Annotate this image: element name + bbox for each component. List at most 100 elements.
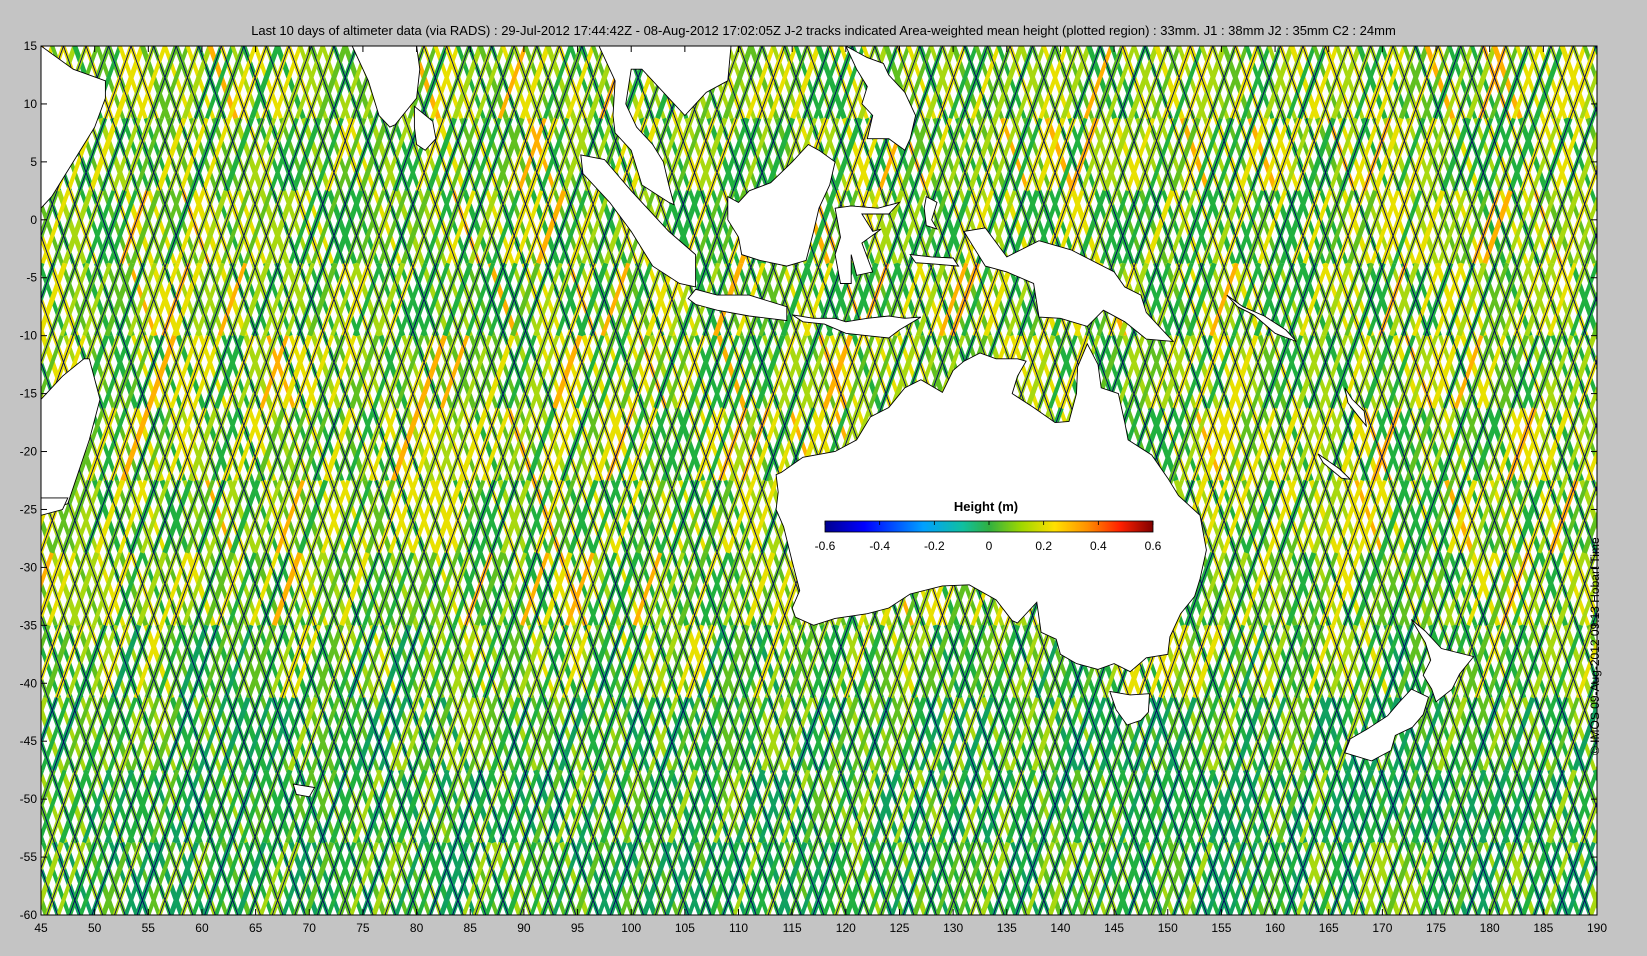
swath-segment bbox=[1611, 625, 1637, 698]
y-tick-label: -40 bbox=[20, 676, 38, 690]
swath-segment bbox=[1614, 698, 1640, 770]
colorbar-tick-label: -0.6 bbox=[815, 539, 836, 553]
swath-segment bbox=[1615, 46, 1641, 118]
swath-segment bbox=[1619, 46, 1645, 118]
x-tick-label: 110 bbox=[729, 921, 748, 935]
colorbar-tick-label: 0.4 bbox=[1090, 539, 1107, 553]
colorbar-tick-label: -0.2 bbox=[924, 539, 945, 553]
swath-segment bbox=[1592, 827, 1597, 844]
swath-segment bbox=[1599, 408, 1625, 480]
swath-segment bbox=[1604, 481, 1630, 553]
y-tick-label: -35 bbox=[20, 618, 38, 632]
j2-track bbox=[0, 46, 19, 915]
x-tick-label: 125 bbox=[889, 921, 909, 935]
swath-segment bbox=[1592, 769, 1597, 783]
swath-segment bbox=[0, 263, 20, 335]
x-tick-label: 190 bbox=[1587, 921, 1607, 935]
y-tick-label: -30 bbox=[20, 560, 38, 574]
swath-segment bbox=[41, 479, 46, 495]
j2-track bbox=[1624, 46, 1647, 915]
colorbar-tick-label: 0.6 bbox=[1145, 539, 1162, 553]
swath-segment bbox=[1612, 625, 1638, 698]
x-tick-label: 180 bbox=[1480, 921, 1500, 935]
swath-segment bbox=[5, 770, 31, 842]
swath-segment bbox=[1603, 698, 1629, 770]
x-tick-label: 65 bbox=[249, 921, 263, 935]
j2-track bbox=[1595, 46, 1597, 51]
y-tick-label: -25 bbox=[20, 502, 38, 516]
x-tick-label: 105 bbox=[675, 921, 695, 935]
swath-segment bbox=[1595, 258, 1597, 264]
swath-segment bbox=[1614, 191, 1640, 263]
swath-segment bbox=[0, 770, 20, 842]
swath-segment bbox=[1609, 843, 1635, 915]
y-tick-label: -15 bbox=[20, 387, 38, 401]
swath-segment bbox=[1600, 625, 1626, 698]
y-tick-label: -50 bbox=[20, 792, 38, 806]
x-tick-label: 135 bbox=[997, 921, 1017, 935]
x-tick-label: 115 bbox=[783, 921, 802, 935]
swath-segment bbox=[1604, 553, 1630, 625]
swath-segment bbox=[1606, 263, 1632, 335]
x-tick-label: 155 bbox=[1211, 921, 1231, 935]
swath-segment bbox=[1607, 46, 1633, 118]
x-tick-label: 120 bbox=[836, 921, 856, 935]
swath-segment bbox=[3, 191, 29, 263]
x-tick-label: 140 bbox=[1050, 921, 1070, 935]
x-tick-label: 130 bbox=[943, 921, 963, 935]
swath-segment bbox=[0, 118, 25, 190]
swath-segment bbox=[41, 769, 45, 780]
x-tick-label: 185 bbox=[1533, 921, 1553, 935]
swath-segment bbox=[1601, 118, 1627, 190]
swath-segment bbox=[0, 481, 21, 553]
y-tick-label: -45 bbox=[20, 734, 38, 748]
y-tick-label: 15 bbox=[24, 39, 38, 53]
swath-segment bbox=[1611, 118, 1637, 190]
j2-track bbox=[0, 46, 35, 915]
swath-segment bbox=[1616, 770, 1642, 842]
swath-segment bbox=[1602, 336, 1628, 408]
swath-segment bbox=[0, 263, 20, 335]
y-tick-label: -5 bbox=[26, 271, 37, 285]
swath-segment bbox=[0, 770, 20, 842]
swath-segment bbox=[1595, 335, 1597, 342]
swath-segment bbox=[1613, 843, 1639, 915]
swath-segment bbox=[1613, 336, 1639, 408]
x-tick-label: 45 bbox=[34, 921, 48, 935]
swath-segment bbox=[41, 830, 45, 844]
y-tick-label: -20 bbox=[20, 445, 38, 459]
swath-segment bbox=[4, 481, 30, 553]
x-tick-label: 100 bbox=[621, 921, 641, 935]
x-tick-label: 95 bbox=[571, 921, 585, 935]
swath-segment bbox=[1593, 46, 1597, 57]
x-tick-label: 75 bbox=[356, 921, 370, 935]
x-tick-label: 50 bbox=[88, 921, 102, 935]
swath-segment bbox=[1612, 118, 1638, 190]
swath-segment bbox=[1, 118, 27, 190]
swath-segment bbox=[0, 46, 22, 118]
y-tick-label: 5 bbox=[30, 155, 37, 169]
swath-segment bbox=[1610, 408, 1636, 480]
j2-track bbox=[1602, 46, 1647, 915]
swath-segment bbox=[1592, 262, 1597, 277]
colorbar-tick-label: 0 bbox=[986, 539, 993, 553]
j2-track bbox=[0, 46, 13, 915]
swath-segment bbox=[1618, 481, 1644, 553]
swath-segment bbox=[1608, 553, 1634, 625]
x-tick-label: 160 bbox=[1265, 921, 1285, 935]
j2-track bbox=[1619, 46, 1647, 915]
swath-segment bbox=[1617, 770, 1643, 842]
j2-track bbox=[41, 46, 42, 48]
altimeter-map[interactable]: 45 50 55 60 65 70 75 80 85 90 95 100 105 110 115 120 125… bbox=[0, 0, 1647, 956]
x-tick-label: 165 bbox=[1319, 921, 1339, 935]
x-tick-label: 150 bbox=[1158, 921, 1178, 935]
swath-segment bbox=[1600, 625, 1626, 698]
x-tick-label: 90 bbox=[517, 921, 531, 935]
x-tick-label: 70 bbox=[303, 921, 317, 935]
swath-segment bbox=[6, 770, 32, 842]
swath-segment bbox=[1596, 842, 1597, 846]
swath-segment bbox=[7, 481, 33, 553]
swath-segment bbox=[1602, 843, 1628, 915]
swath-segment bbox=[1605, 263, 1631, 335]
y-tick-label: -60 bbox=[20, 908, 38, 922]
